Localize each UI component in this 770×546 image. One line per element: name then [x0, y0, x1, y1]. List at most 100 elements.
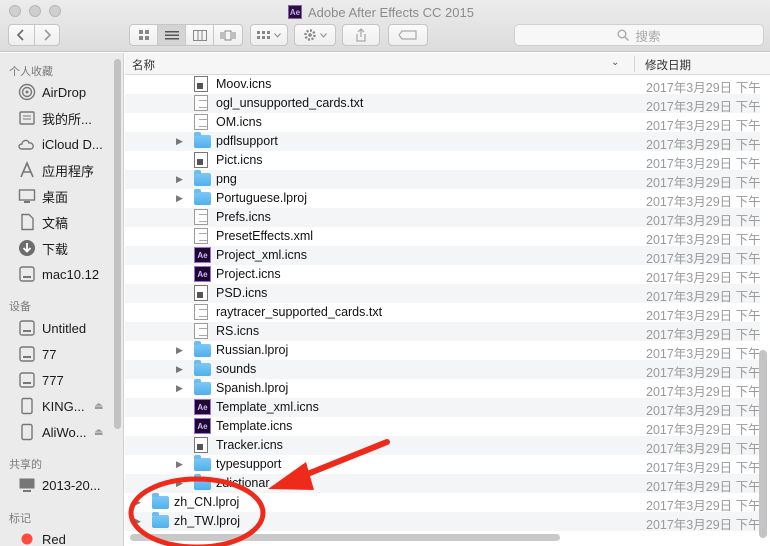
sidebar-item-applications[interactable]: 应用程序 — [0, 159, 118, 181]
file-row[interactable]: Ae Project_xml.icns 2017年3月29日 下午 — [125, 246, 761, 266]
disclosure-triangle-icon[interactable]: ▶ — [176, 136, 183, 147]
file-name: sounds — [216, 362, 257, 376]
file-name: Project.icns — [216, 267, 281, 281]
share-button[interactable] — [342, 24, 380, 46]
file-name: Prefs.icns — [216, 210, 271, 224]
file-row[interactable]: ▶ typesupport 2017年3月29日 下午 — [125, 455, 761, 475]
sidebar-item-77[interactable]: 77 — [0, 343, 118, 365]
file-name: zh_TW.lproj — [174, 514, 240, 528]
sidebar-item-my-files[interactable]: 我的所... — [0, 107, 118, 129]
list-horizontal-scrollbar[interactable] — [130, 534, 560, 541]
sidebar-item-icloud-drive[interactable]: iCloud D... — [0, 133, 118, 155]
folder-icon — [152, 512, 169, 528]
file-row[interactable]: Prefs.icns 2017年3月29日 下午 — [125, 208, 761, 228]
file-row[interactable]: RS.icns 2017年3月29日 下午 — [125, 322, 761, 342]
file-row[interactable]: PSD.icns 2017年3月29日 下午 — [125, 284, 761, 304]
sidebar-header-favorites: 个人收藏 — [9, 66, 53, 78]
folder-icon — [152, 493, 169, 509]
disclosure-triangle-icon[interactable]: ▶ — [134, 497, 141, 508]
sidebar-item-king[interactable]: KING... ⏏ — [0, 395, 118, 417]
file-name: zh_CN.lproj — [174, 495, 240, 509]
cloud-icon — [17, 134, 37, 154]
file-row[interactable]: Ae Project.icns 2017年3月29日 下午 — [125, 265, 761, 285]
disclosure-triangle-icon[interactable]: ▶ — [176, 383, 183, 394]
column-view-button[interactable] — [186, 25, 214, 45]
file-name: typesupport — [216, 457, 282, 471]
arrange-grid-icon — [257, 30, 270, 39]
list-vertical-scrollbar[interactable] — [759, 350, 767, 538]
action-button[interactable] — [294, 24, 336, 46]
file-name: Template.icns — [216, 419, 293, 433]
arrange-button[interactable] — [250, 24, 288, 46]
disclosure-triangle-icon[interactable]: ▶ — [176, 193, 183, 204]
forward-button[interactable] — [35, 25, 60, 45]
file-row[interactable]: ▶ pdflsupport 2017年3月29日 下午 — [125, 132, 761, 152]
disclosure-triangle-icon[interactable]: ▶ — [176, 174, 183, 185]
document-file-icon — [194, 323, 208, 339]
sidebar-item-tag-red[interactable]: Red — [0, 528, 118, 546]
file-row[interactable]: ▶ Portuguese.lproj 2017年3月29日 下午 — [125, 189, 761, 209]
list-view-button[interactable] — [158, 25, 186, 45]
back-button[interactable] — [9, 25, 35, 45]
file-row[interactable]: OM.icns 2017年3月29日 下午 — [125, 113, 761, 133]
file-row[interactable]: ▶ sounds 2017年3月29日 下午 — [125, 360, 761, 380]
disclosure-triangle-icon[interactable]: ▶ — [176, 478, 183, 489]
file-row[interactable]: Ae Template.icns 2017年3月29日 下午 — [125, 417, 761, 437]
file-row[interactable]: Ae Template_xml.icns 2017年3月29日 下午 — [125, 398, 761, 418]
folder-icon — [194, 360, 211, 376]
file-row[interactable]: ▶ zh_TW.lproj 2017年3月29日 下午 — [125, 512, 761, 532]
file-row[interactable]: Tracker.icns 2017年3月29日 下午 — [125, 436, 761, 456]
file-name: pdflsupport — [216, 134, 278, 148]
icon-view-button[interactable] — [130, 25, 158, 45]
disk-icon — [17, 370, 37, 390]
disclosure-triangle-icon[interactable]: ▶ — [134, 516, 141, 527]
file-row[interactable]: ▶ zdictionar 2017年3月29日 下午 — [125, 474, 761, 494]
file-row[interactable]: ▶ png 2017年3月29日 下午 — [125, 170, 761, 190]
sidebar-item-aliwo[interactable]: AliWo... ⏏ — [0, 421, 118, 443]
chevron-down-icon — [274, 32, 281, 38]
zoom-window-button[interactable] — [49, 5, 61, 17]
file-row[interactable]: ogl_unsupported_cards.txt 2017年3月29日 下午 — [125, 94, 761, 114]
desktop-icon — [17, 186, 37, 206]
sidebar-item-label: iCloud D... — [42, 136, 103, 152]
sidebar-scrollbar[interactable] — [114, 59, 121, 429]
minimize-window-button[interactable] — [29, 5, 41, 17]
sidebar-item-777[interactable]: 777 — [0, 369, 118, 391]
file-row[interactable]: Moov.icns 2017年3月29日 下午 — [125, 75, 761, 95]
disclosure-triangle-icon[interactable]: ▶ — [176, 345, 183, 356]
disclosure-triangle-icon[interactable]: ▶ — [176, 459, 183, 470]
sidebar-item-label: 下载 — [42, 241, 69, 257]
sidebar-item-airdrop[interactable]: AirDrop — [0, 81, 118, 103]
search-field[interactable]: 搜索 — [514, 24, 764, 46]
sidebar-item-mac10-12[interactable]: mac10.12 — [0, 263, 118, 285]
eject-icon[interactable]: ⏏ — [94, 427, 103, 438]
airdrop-icon — [17, 82, 37, 102]
sidebar-item-downloads[interactable]: 下载 — [0, 237, 118, 259]
search-icon — [617, 29, 630, 41]
sidebar-item-shared-computer[interactable]: 2013-20... — [0, 474, 118, 496]
file-row[interactable]: raytracer_supported_cards.txt 2017年3月29日 … — [125, 303, 761, 323]
coverflow-view-button[interactable] — [214, 25, 242, 45]
sidebar-item-documents[interactable]: 文稿 — [0, 211, 118, 233]
tags-button[interactable] — [388, 24, 428, 46]
disclosure-triangle-icon[interactable]: ▶ — [176, 364, 183, 375]
sidebar-item-desktop[interactable]: 桌面 — [0, 185, 118, 207]
file-name: Template_xml.icns — [216, 400, 319, 414]
file-row[interactable]: ▶ zh_CN.lproj 2017年3月29日 下午 — [125, 493, 761, 513]
folder-icon — [194, 341, 211, 357]
file-row[interactable]: Pict.icns 2017年3月29日 下午 — [125, 151, 761, 171]
file-row[interactable]: ▶ Spanish.lproj 2017年3月29日 下午 — [125, 379, 761, 399]
file-row[interactable]: ▶ Russian.lproj 2017年3月29日 下午 — [125, 341, 761, 361]
sidebar-item-untitled[interactable]: Untitled — [0, 317, 118, 339]
file-list: 名称 ⌄ 修改日期 Moov.icns 2017年3月29日 下午 ogl_unsu… — [125, 53, 770, 546]
sidebar-header-shared: 共享的 — [9, 459, 42, 471]
close-window-button[interactable] — [9, 5, 21, 17]
tag-icon — [398, 30, 417, 40]
column-date-header[interactable]: 修改日期 — [645, 57, 691, 73]
eject-icon[interactable]: ⏏ — [94, 401, 103, 412]
sidebar-item-label: 77 — [42, 346, 57, 362]
file-row[interactable]: PresetEffects.xml 2017年3月29日 下午 — [125, 227, 761, 247]
column-separator[interactable] — [634, 56, 635, 72]
sidebar-item-label: Untitled — [42, 320, 87, 336]
column-name-header[interactable]: 名称 — [132, 57, 155, 73]
